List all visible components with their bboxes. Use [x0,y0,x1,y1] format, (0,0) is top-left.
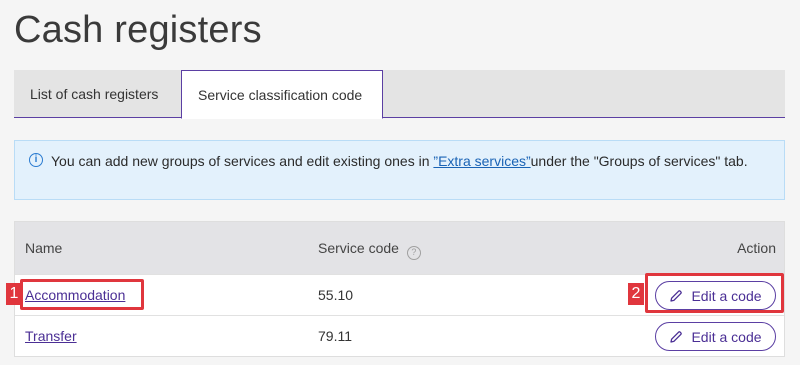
tab-list-of-cash-registers[interactable]: List of cash registers [14,70,181,118]
question-icon[interactable]: ? [406,246,421,260]
info-text-after: under the "Groups of services" tab. [530,153,748,169]
callout-box-2 [645,273,784,313]
info-banner: i You can add new groups of services and… [14,140,785,200]
header-service-code: Service code? [318,222,421,274]
header-name: Name [25,240,63,256]
table-row: Transfer 79.11 Edit a code [15,315,784,356]
service-code-value: 55.10 [318,287,354,303]
header-action: Action [737,240,776,256]
header-service-code-label: Service code [318,240,399,256]
callout-number-2: 2 [628,283,644,305]
extra-services-link[interactable]: ”Extra services” [433,153,530,169]
info-text-before: You can add new groups of services and e… [51,153,434,169]
tab-service-classification-code[interactable]: Service classification code [181,70,383,119]
edit-code-label: Edit a code [691,328,762,345]
table-header: Name Service code? Action [15,222,784,274]
info-icon: i [29,153,43,167]
tab-bar: List of cash registers Service classific… [14,70,785,119]
page-title: Cash registers [14,9,262,51]
callout-box-1 [20,279,144,310]
service-name-link[interactable]: Transfer [25,316,77,356]
pencil-icon [670,330,683,343]
edit-code-button[interactable]: Edit a code [655,322,776,351]
service-code-value: 79.11 [318,328,352,344]
